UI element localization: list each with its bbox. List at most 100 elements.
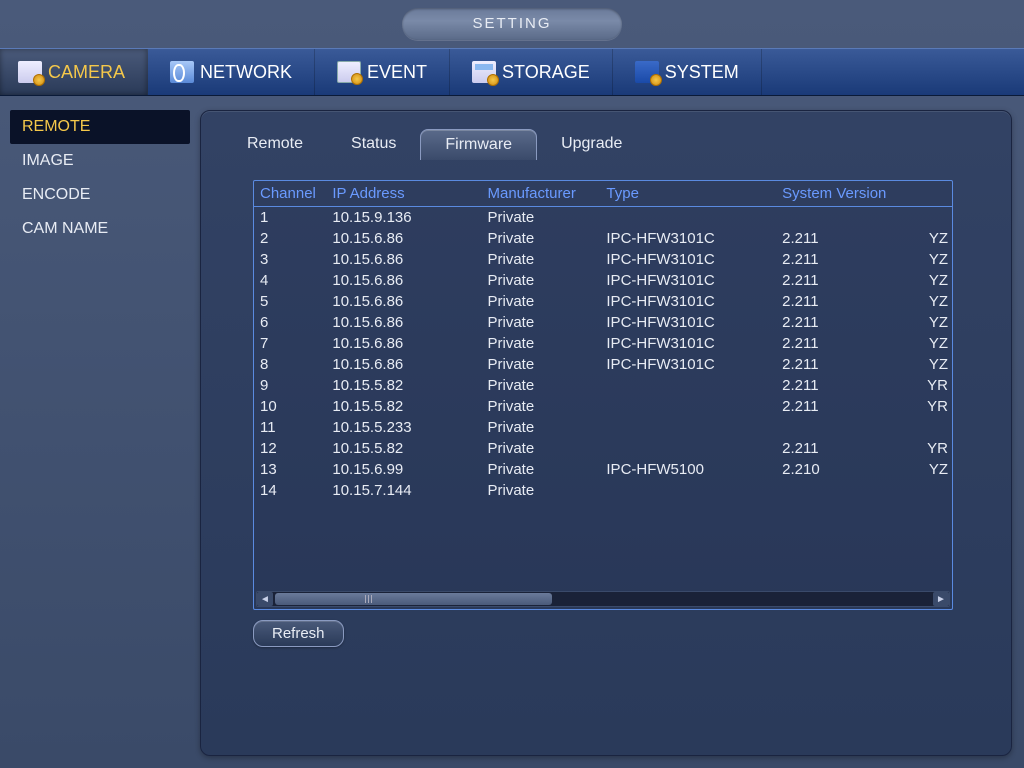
table-row[interactable]: 210.15.6.86PrivateIPC-HFW3101C2.211YZ: [254, 228, 952, 249]
cell-extra: YR: [900, 375, 952, 396]
nav-system[interactable]: SYSTEM: [613, 49, 762, 95]
cell-extra: [900, 207, 952, 229]
cell-channel: 2: [254, 228, 326, 249]
table-row[interactable]: 1110.15.5.233Private: [254, 417, 952, 438]
table-row[interactable]: 610.15.6.86PrivateIPC-HFW3101C2.211YZ: [254, 312, 952, 333]
cell-system-version: 2.211: [776, 228, 900, 249]
cell-extra: YZ: [900, 354, 952, 375]
cell-channel: 11: [254, 417, 326, 438]
cell-system-version: 2.211: [776, 438, 900, 459]
sidebar-item-remote[interactable]: REMOTE: [10, 110, 190, 144]
event-icon: [337, 61, 361, 83]
sidebar-item-encode[interactable]: ENCODE: [10, 178, 190, 212]
cell-manufacturer: Private: [481, 396, 600, 417]
cell-channel: 9: [254, 375, 326, 396]
cell-extra: YR: [900, 396, 952, 417]
table-row[interactable]: 310.15.6.86PrivateIPC-HFW3101C2.211YZ: [254, 249, 952, 270]
horizontal-scrollbar[interactable]: ◄ ►: [256, 591, 950, 607]
cell-manufacturer: Private: [481, 291, 600, 312]
scroll-track[interactable]: [273, 592, 933, 606]
cell-type: IPC-HFW3101C: [600, 333, 776, 354]
cell-manufacturer: Private: [481, 375, 600, 396]
nav-event[interactable]: EVENT: [315, 49, 450, 95]
cell-system-version: 2.211: [776, 354, 900, 375]
cell-ip: 10.15.5.82: [326, 375, 481, 396]
scroll-thumb[interactable]: [275, 593, 552, 605]
cell-ip: 10.15.6.86: [326, 354, 481, 375]
cell-system-version: 2.211: [776, 396, 900, 417]
content-panel: Remote Status Firmware Upgrade Channel I…: [200, 110, 1012, 756]
tab-upgrade[interactable]: Upgrade: [537, 129, 646, 160]
cell-system-version: 2.210: [776, 459, 900, 480]
cell-system-version: 2.211: [776, 291, 900, 312]
col-ip-address[interactable]: IP Address: [326, 181, 481, 207]
col-system-version[interactable]: System Version: [776, 181, 900, 207]
table-row[interactable]: 1310.15.6.99PrivateIPC-HFW51002.210YZ: [254, 459, 952, 480]
table-row[interactable]: 110.15.9.136Private: [254, 207, 952, 229]
cell-ip: 10.15.6.86: [326, 270, 481, 291]
cell-ip: 10.15.7.144: [326, 480, 481, 501]
cell-type: [600, 396, 776, 417]
cell-manufacturer: Private: [481, 417, 600, 438]
tab-firmware[interactable]: Firmware: [420, 129, 537, 160]
cell-extra: YZ: [900, 228, 952, 249]
table-row[interactable]: 510.15.6.86PrivateIPC-HFW3101C2.211YZ: [254, 291, 952, 312]
cell-type: IPC-HFW3101C: [600, 354, 776, 375]
network-icon: [170, 61, 194, 83]
table-row[interactable]: 1010.15.5.82Private2.211YR: [254, 396, 952, 417]
cell-system-version: 2.211: [776, 375, 900, 396]
col-manufacturer[interactable]: Manufacturer: [481, 181, 600, 207]
scroll-right-button[interactable]: ►: [933, 592, 949, 606]
cell-type: [600, 480, 776, 501]
cell-ip: 10.15.5.82: [326, 438, 481, 459]
tab-status[interactable]: Status: [327, 129, 420, 160]
cell-ip: 10.15.6.86: [326, 312, 481, 333]
cell-type: [600, 207, 776, 229]
col-channel[interactable]: Channel: [254, 181, 326, 207]
cell-type: IPC-HFW3101C: [600, 270, 776, 291]
nav-network[interactable]: NETWORK: [148, 49, 315, 95]
cell-system-version: 2.211: [776, 270, 900, 291]
cell-channel: 12: [254, 438, 326, 459]
cell-channel: 3: [254, 249, 326, 270]
nav-camera[interactable]: CAMERA: [0, 49, 148, 95]
nav-label: NETWORK: [200, 62, 292, 83]
col-type[interactable]: Type: [600, 181, 776, 207]
table-row[interactable]: 810.15.6.86PrivateIPC-HFW3101C2.211YZ: [254, 354, 952, 375]
nav-label: EVENT: [367, 62, 427, 83]
tab-remote[interactable]: Remote: [223, 129, 327, 160]
table-row[interactable]: 1410.15.7.144Private: [254, 480, 952, 501]
cell-extra: YZ: [900, 459, 952, 480]
cell-extra: YZ: [900, 291, 952, 312]
sidebar-item-camname[interactable]: CAM NAME: [10, 212, 190, 246]
subtabs: Remote Status Firmware Upgrade: [223, 129, 989, 160]
camera-icon: [18, 61, 42, 83]
cell-ip: 10.15.5.233: [326, 417, 481, 438]
scroll-left-button[interactable]: ◄: [257, 592, 273, 606]
cell-manufacturer: Private: [481, 354, 600, 375]
table-row[interactable]: 410.15.6.86PrivateIPC-HFW3101C2.211YZ: [254, 270, 952, 291]
table-row[interactable]: 710.15.6.86PrivateIPC-HFW3101C2.211YZ: [254, 333, 952, 354]
cell-channel: 1: [254, 207, 326, 229]
col-extra: [900, 181, 952, 207]
nav-label: CAMERA: [48, 62, 125, 83]
refresh-button[interactable]: Refresh: [253, 620, 344, 647]
cell-manufacturer: Private: [481, 312, 600, 333]
cell-extra: YZ: [900, 333, 952, 354]
nav-storage[interactable]: STORAGE: [450, 49, 613, 95]
cell-system-version: [776, 207, 900, 229]
main-nav: CAMERA NETWORK EVENT STORAGE SYSTEM: [0, 48, 1024, 96]
cell-ip: 10.15.6.86: [326, 228, 481, 249]
sidebar-item-image[interactable]: IMAGE: [10, 144, 190, 178]
cell-extra: YZ: [900, 270, 952, 291]
cell-system-version: 2.211: [776, 333, 900, 354]
cell-type: IPC-HFW3101C: [600, 291, 776, 312]
cell-ip: 10.15.9.136: [326, 207, 481, 229]
cell-ip: 10.15.6.86: [326, 291, 481, 312]
table-row[interactable]: 1210.15.5.82Private 2.211YR: [254, 438, 952, 459]
table-row[interactable]: 910.15.5.82Private 2.211YR: [254, 375, 952, 396]
storage-icon: [472, 61, 496, 83]
cell-manufacturer: Private: [481, 438, 600, 459]
cell-extra: YR: [900, 438, 952, 459]
cell-manufacturer: Private: [481, 228, 600, 249]
